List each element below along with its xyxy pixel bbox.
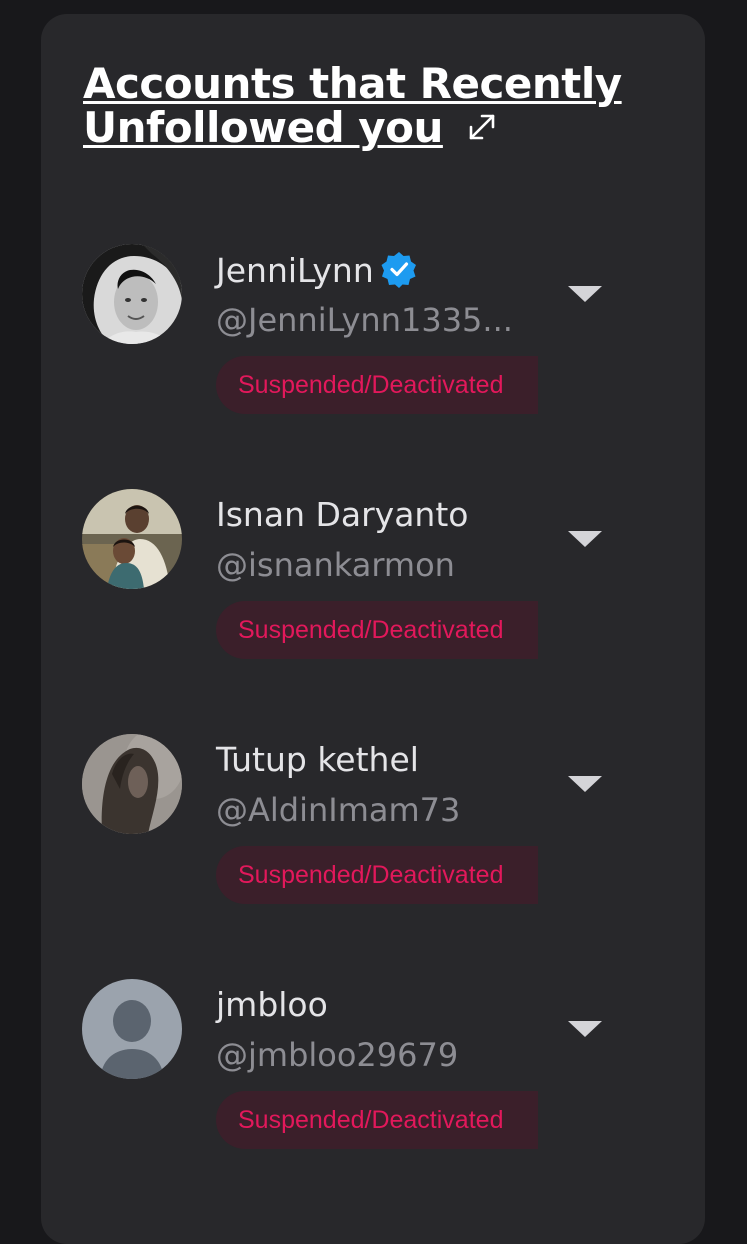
status-text: Suspended/Deactivated bbox=[238, 616, 504, 644]
verified-badge-icon bbox=[380, 250, 418, 288]
status-badge: Suspended/Deactivated bbox=[216, 1091, 538, 1149]
account-name[interactable]: Isnan Daryanto bbox=[216, 495, 468, 535]
status-text: Suspended/Deactivated bbox=[238, 371, 504, 399]
status-badge: Suspended/Deactivated bbox=[216, 356, 538, 414]
account-handle: @JenniLynn1335... bbox=[216, 301, 513, 339]
chevron-down-icon[interactable] bbox=[565, 1017, 605, 1041]
avatar[interactable] bbox=[82, 734, 182, 834]
unfollowers-title[interactable]: Accounts that Recently Unfollowed you bbox=[83, 62, 663, 150]
list-item-account[interactable]: jmbloo @jmbloo29679 Suspended/Deactivate… bbox=[82, 979, 662, 1179]
default-avatar-icon[interactable] bbox=[82, 979, 182, 1079]
account-name[interactable]: JenniLynn bbox=[216, 250, 418, 291]
list-item-account[interactable]: JenniLynn @JenniLynn1335... Suspended/De… bbox=[82, 244, 662, 444]
list-item-account[interactable]: Tutup kethel @AldinImam73 Suspended/Deac… bbox=[82, 734, 662, 934]
chevron-down-icon[interactable] bbox=[565, 527, 605, 551]
title-text[interactable]: Accounts that Recently Unfollowed you bbox=[83, 59, 622, 152]
chevron-down-icon[interactable] bbox=[565, 282, 605, 306]
account-handle: @AldinImam73 bbox=[216, 791, 461, 829]
avatar[interactable] bbox=[82, 244, 182, 344]
account-name[interactable]: Tutup kethel bbox=[216, 740, 419, 780]
unfollowers-card: Accounts that Recently Unfollowed you Je… bbox=[41, 14, 705, 1244]
avatar[interactable] bbox=[82, 489, 182, 589]
account-handle: @jmbloo29679 bbox=[216, 1036, 459, 1074]
account-name[interactable]: jmbloo bbox=[216, 985, 328, 1025]
account-handle: @isnankarmon bbox=[216, 546, 455, 584]
status-badge: Suspended/Deactivated bbox=[216, 601, 538, 659]
list-item-account[interactable]: Isnan Daryanto @isnankarmon Suspended/De… bbox=[82, 489, 662, 689]
chevron-down-icon[interactable] bbox=[565, 772, 605, 796]
status-badge: Suspended/Deactivated bbox=[216, 846, 538, 904]
expand-icon[interactable] bbox=[465, 108, 499, 142]
status-text: Suspended/Deactivated bbox=[238, 861, 504, 889]
status-text: Suspended/Deactivated bbox=[238, 1106, 504, 1134]
